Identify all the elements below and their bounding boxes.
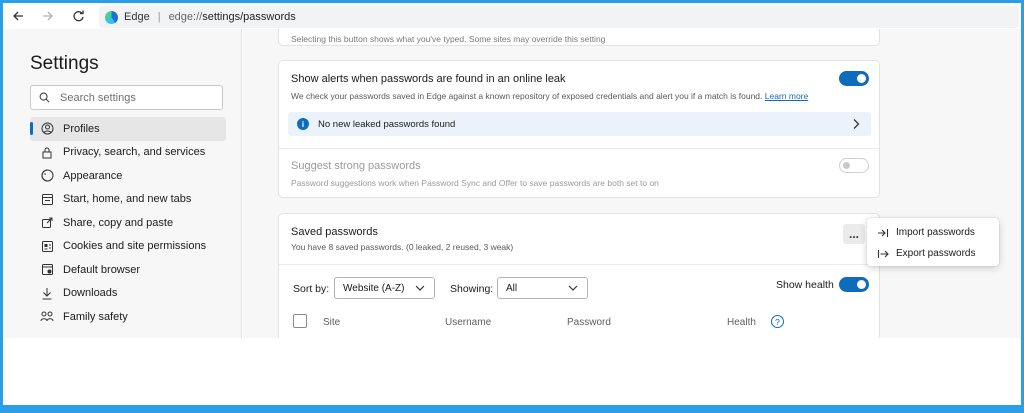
sidebar-nav: Profiles Privacy, search, and services A… [30,117,226,329]
chevron-down-icon [415,285,425,291]
settings-title: Settings [30,53,99,74]
url-host: edge:// [168,11,203,23]
export-passwords-item[interactable]: Export passwords [867,243,999,264]
saved-passwords-card: Saved passwords You have 8 saved passwor… [278,213,880,338]
start-home-icon [40,192,54,206]
refresh-icon [72,10,84,21]
help-icon[interactable]: ? [771,315,784,328]
showing-select[interactable]: All [497,277,588,299]
leak-status-bar[interactable]: i No new leaked passwords found [288,112,871,136]
reveal-password-card: Selecting this button shows what you've … [278,29,880,46]
more-actions-menu: Import passwords Export passwords [867,218,999,266]
site-label: Edge [124,11,150,23]
sidebar-item-share[interactable]: Share, copy and paste [30,211,226,235]
info-icon: i [297,118,309,130]
show-health-label: Show health [776,279,834,291]
search-settings-box[interactable] [30,85,223,110]
chevron-down-icon [568,285,578,291]
show-health-toggle[interactable] [839,277,869,292]
sidebar-item-label: Family safety [63,310,128,323]
reveal-password-desc: Selecting this button shows what you've … [291,34,606,44]
back-arrow-icon [13,11,23,21]
import-icon [878,228,889,237]
column-header-password[interactable]: Password [567,317,611,328]
import-passwords-item[interactable]: Import passwords [867,222,999,243]
share-icon [40,216,54,230]
lock-icon [40,145,54,159]
suggest-passwords-toggle[interactable] [839,158,869,173]
sidebar-item-label: Default browser [63,263,141,276]
address-bar: Edge | edge://settings/passwords [3,3,1021,29]
settings-main: Selecting this button shows what you've … [243,29,1021,338]
search-icon [39,92,50,103]
more-actions-button[interactable]: ... [843,224,865,244]
sidebar-item-label: Downloads [63,287,118,300]
suggest-passwords-desc: Password suggestions work when Password … [291,178,659,188]
sidebar-item-label: Privacy, search, and services [63,146,206,159]
saved-passwords-title: Saved passwords [291,226,378,238]
sidebar-item-label: Profiles [63,122,100,135]
sidebar-item-family-safety[interactable]: Family safety [30,305,226,329]
sort-by-label: Sort by: [293,283,330,295]
settings-sidebar: Settings Profiles Privacy, search, and s… [3,29,242,338]
sidebar-item-label: Cookies and site permissions [63,240,207,253]
url-separator: | [157,11,161,23]
url-field[interactable]: Edge | edge://settings/passwords [99,6,1019,28]
leak-alert-title: Show alerts when passwords are found in … [291,73,566,85]
card-divider [279,148,879,149]
sidebar-item-label: Appearance [63,169,123,182]
blank-area [3,338,1021,405]
leak-alert-toggle[interactable] [839,71,869,86]
showing-label: Showing: [450,283,494,295]
appearance-icon [40,169,54,183]
frame-bottom-border [0,405,1024,413]
download-icon [40,286,54,300]
card-divider [279,264,879,265]
cookies-icon [40,239,54,253]
sidebar-item-default-browser[interactable]: Default browser [30,258,226,282]
showing-value: All [506,282,518,294]
learn-more-link[interactable]: Learn more [765,91,808,101]
select-all-checkbox[interactable] [293,314,307,328]
profile-icon [40,122,54,136]
sidebar-item-start-home[interactable]: Start, home, and new tabs [30,188,226,212]
sidebar-item-label: Start, home, and new tabs [63,193,192,206]
leak-status-text: No new leaked passwords found [318,118,456,130]
family-icon [40,310,54,324]
search-settings-input[interactable] [60,91,210,104]
sidebar-item-profiles[interactable]: Profiles [30,117,226,141]
sidebar-item-downloads[interactable]: Downloads [30,282,226,306]
forward-arrow-icon [43,11,53,21]
sort-by-select[interactable]: Website (A-Z) [334,277,435,299]
suggest-passwords-title: Suggest strong passwords [291,160,421,172]
leak-alert-desc-text: We check your passwords saved in Edge ag… [291,91,763,101]
export-icon [877,249,889,258]
sidebar-item-privacy[interactable]: Privacy, search, and services [30,141,226,165]
refresh-button[interactable] [63,3,93,29]
default-browser-icon [40,263,54,277]
sidebar-item-label: Share, copy and paste [63,216,174,229]
sidebar-item-cookies[interactable]: Cookies and site permissions [30,235,226,259]
column-header-username[interactable]: Username [445,317,491,328]
leak-alert-desc: We check your passwords saved in Edge ag… [291,91,808,101]
forward-button[interactable] [33,3,63,29]
column-header-site[interactable]: Site [323,317,340,328]
url-path: settings/passwords [202,11,296,23]
saved-passwords-summary: You have 8 saved passwords. (0 leaked, 2… [291,242,514,252]
sidebar-item-appearance[interactable]: Appearance [30,164,226,188]
edge-logo-icon [105,10,118,24]
sort-by-value: Website (A-Z) [343,282,405,294]
export-passwords-label: Export passwords [896,248,976,259]
import-passwords-label: Import passwords [896,227,975,238]
back-button[interactable] [3,3,33,29]
password-alerts-card: Show alerts when passwords are found in … [278,60,880,198]
column-header-health[interactable]: Health [727,317,756,328]
chevron-right-icon [853,119,860,129]
